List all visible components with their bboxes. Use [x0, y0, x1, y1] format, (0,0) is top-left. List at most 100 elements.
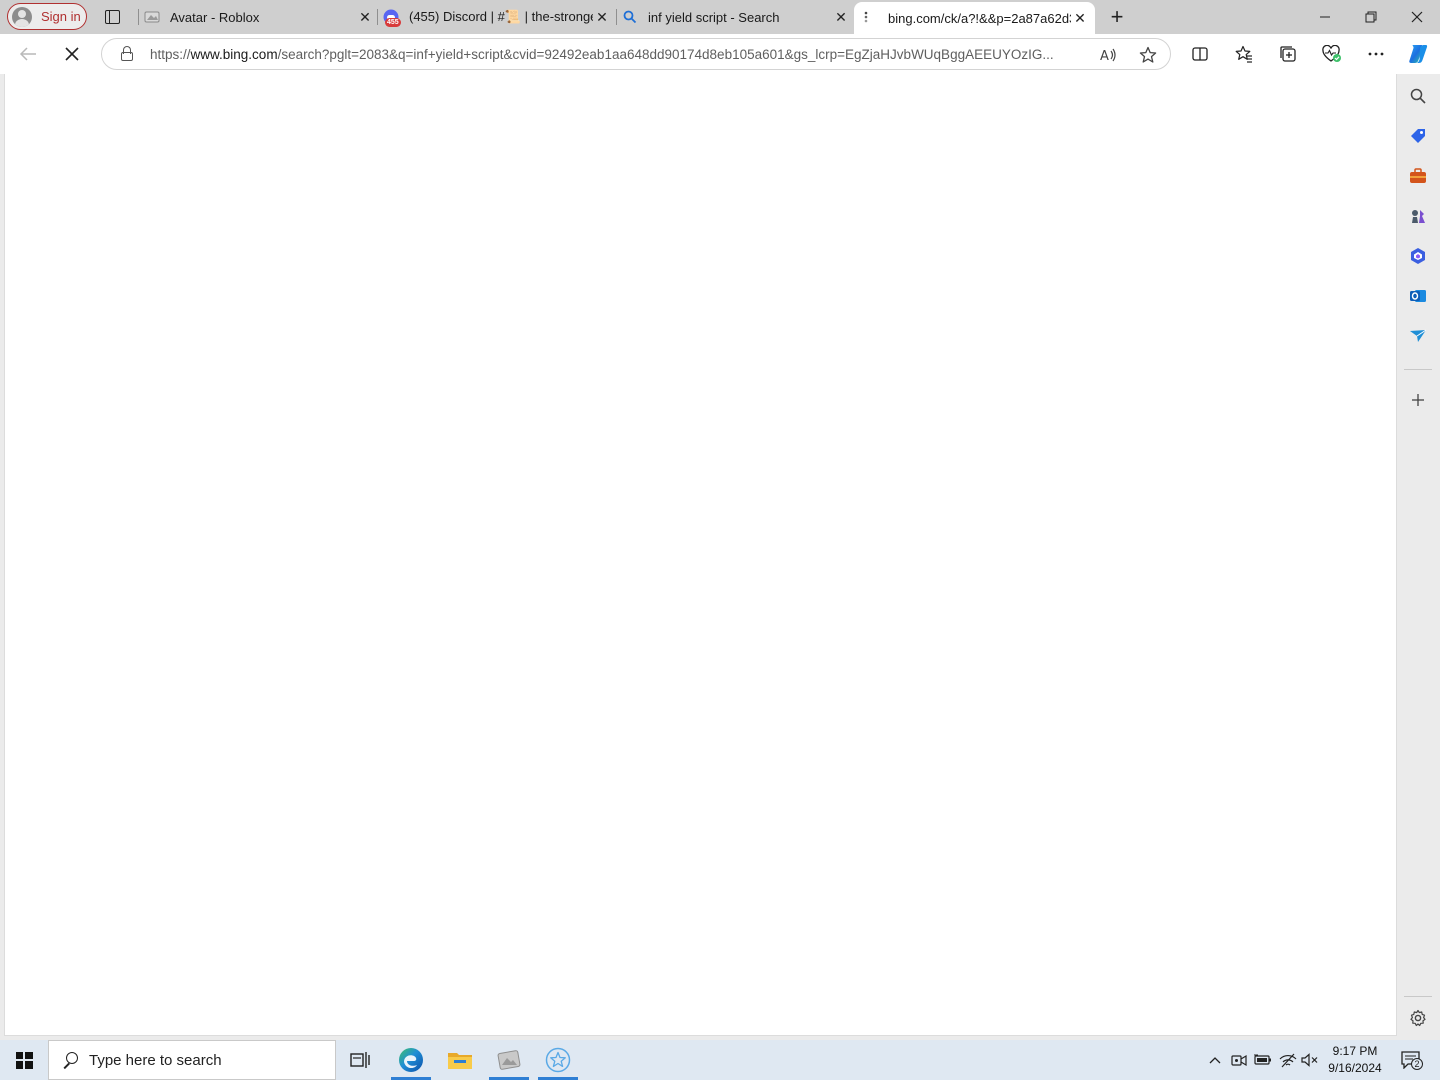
taskbar-search-placeholder: Type here to search: [89, 1051, 222, 1069]
profile-avatar-icon: [12, 6, 32, 27]
restore-icon: [1365, 11, 1377, 23]
browser-essentials-icon: [1322, 45, 1341, 62]
start-button[interactable]: [0, 1040, 48, 1080]
split-screen-button[interactable]: [1186, 40, 1214, 68]
collections-icon: [1280, 46, 1296, 62]
shopping-tag-icon[interactable]: [1407, 125, 1429, 147]
address-bar[interactable]: https://www.bing.com/search?pglt=2083&q=…: [101, 38, 1171, 70]
profile-sign-in-label: Sign in: [41, 9, 81, 24]
windows-taskbar: Type here to search 9:17 PM 9/16/2024 2: [0, 1040, 1440, 1080]
sidebar-divider: [1404, 369, 1432, 370]
tools-briefcase-icon[interactable]: [1407, 165, 1429, 187]
volume-muted-icon[interactable]: [1299, 1040, 1321, 1080]
outlook-icon[interactable]: [1407, 285, 1429, 307]
clock-time: 9:17 PM: [1332, 1044, 1378, 1058]
taskbar-roblox-app[interactable]: [485, 1040, 533, 1080]
svg-text:A: A: [1100, 49, 1109, 63]
tab-actions-button[interactable]: [101, 6, 123, 28]
notification-icon: 2: [1401, 1051, 1423, 1070]
favorites-icon: [1235, 45, 1252, 63]
close-window-button[interactable]: [1394, 0, 1440, 34]
drop-send-icon[interactable]: [1407, 325, 1429, 347]
tab-strip: Sign in Avatar - Roblox ✕ 455 (455) Disc…: [0, 0, 1440, 34]
close-icon: [1411, 11, 1423, 23]
search-icon: [62, 1052, 78, 1068]
tray-meet-icon[interactable]: [1228, 1040, 1250, 1080]
minimize-icon: [1320, 16, 1330, 18]
network-icon[interactable]: [1277, 1040, 1299, 1080]
tab-separator: [616, 9, 617, 25]
new-tab-button[interactable]: +: [1106, 6, 1128, 28]
search-icon: [622, 9, 638, 25]
page-content-area[interactable]: [4, 74, 1397, 1036]
star-icon[interactable]: [1138, 45, 1158, 65]
split-screen-icon: [1192, 47, 1208, 61]
clock-date: 9/16/2024: [1328, 1061, 1382, 1075]
loading-icon: [862, 10, 870, 26]
browser-essentials-button[interactable]: [1318, 40, 1346, 68]
more-button[interactable]: [1362, 40, 1390, 68]
edge-icon: [399, 1048, 423, 1072]
games-chess-icon[interactable]: [1407, 205, 1429, 227]
task-view-button[interactable]: [336, 1040, 384, 1080]
chevron-up-icon: [1209, 1057, 1221, 1064]
task-view-icon: [350, 1052, 370, 1068]
back-button[interactable]: [14, 40, 42, 68]
show-hidden-icons-button[interactable]: [1204, 1040, 1226, 1080]
stop-loading-icon: [65, 47, 79, 61]
edge-sidebar: [1398, 74, 1440, 1036]
url-text[interactable]: https://www.bing.com/search?pglt=2083&q=…: [150, 47, 1085, 62]
lock-icon[interactable]: [120, 46, 134, 62]
more-icon: [1368, 52, 1384, 56]
tab-title: Avatar - Roblox: [170, 9, 260, 25]
tab-discord[interactable]: 455 (455) Discord | #📜 | the-strongest-b…: [383, 0, 611, 34]
tab-close-icon[interactable]: ✕: [832, 8, 850, 26]
taskbar-edge-app[interactable]: [387, 1040, 435, 1080]
profile-sign-in-button[interactable]: Sign in: [7, 3, 87, 30]
notification-count-badge: 2: [1411, 1058, 1423, 1070]
url-scheme: https://: [150, 46, 191, 62]
tab-close-icon[interactable]: ✕: [593, 8, 611, 26]
discord-icon: 455: [383, 9, 401, 27]
taskbar-file-explorer-app[interactable]: [436, 1040, 484, 1080]
tab-separator: [377, 9, 378, 25]
sidebar-search-icon[interactable]: [1407, 85, 1429, 107]
taskbar-favorite-app[interactable]: [534, 1040, 582, 1080]
url-path: /search?pglt=2083&q=inf+yield+script&cvi…: [277, 46, 1054, 62]
tab-close-icon[interactable]: ✕: [356, 8, 374, 26]
star-badge-icon: [545, 1047, 571, 1073]
minimize-button[interactable]: [1302, 0, 1348, 34]
taskbar-search-box[interactable]: Type here to search: [48, 1040, 336, 1080]
favorites-button[interactable]: [1230, 40, 1258, 68]
read-aloud-icon[interactable]: A: [1098, 45, 1118, 65]
tab-close-icon[interactable]: ✕: [1071, 9, 1089, 27]
sidebar-divider: [1404, 996, 1432, 997]
add-sidebar-app-icon[interactable]: [1407, 389, 1429, 411]
microsoft-365-icon[interactable]: [1407, 245, 1429, 267]
tab-bing-redirect[interactable]: bing.com/ck/a?!&&p=2a87a62d3 ✕: [854, 2, 1095, 34]
roblox-icon: [497, 1050, 521, 1070]
file-explorer-folder-icon: [448, 1053, 472, 1069]
roblox-page-icon: [144, 9, 160, 25]
tab-bing-search[interactable]: inf yield script - Search ✕: [622, 0, 850, 34]
copilot-button[interactable]: [1404, 40, 1432, 68]
collections-button[interactable]: [1274, 40, 1302, 68]
tab-title: inf yield script - Search: [648, 9, 780, 25]
action-center-button[interactable]: 2: [1394, 1040, 1428, 1080]
url-host: www.bing.com: [190, 46, 278, 62]
copilot-icon: [1409, 45, 1428, 63]
back-arrow-icon: [19, 47, 36, 61]
battery-icon[interactable]: [1252, 1040, 1274, 1080]
tab-actions-icon: [104, 10, 120, 24]
windows-logo-icon: [15, 1051, 33, 1069]
tab-title: bing.com/ck/a?!&&p=2a87a62d3: [888, 10, 1071, 26]
tab-title: (455) Discord | #📜 | the-strongest-battl…: [409, 9, 593, 24]
stop-loading-button[interactable]: [58, 40, 86, 68]
tab-separator: [138, 9, 139, 25]
tab-roblox-avatar[interactable]: Avatar - Roblox ✕: [144, 0, 374, 34]
restore-button[interactable]: [1348, 0, 1394, 34]
discord-badge: 455: [385, 18, 401, 27]
sidebar-settings-gear-icon[interactable]: [1407, 1007, 1429, 1029]
browser-toolbar: https://www.bing.com/search?pglt=2083&q=…: [0, 34, 1440, 74]
taskbar-clock[interactable]: 9:17 PM 9/16/2024: [1322, 1040, 1388, 1080]
